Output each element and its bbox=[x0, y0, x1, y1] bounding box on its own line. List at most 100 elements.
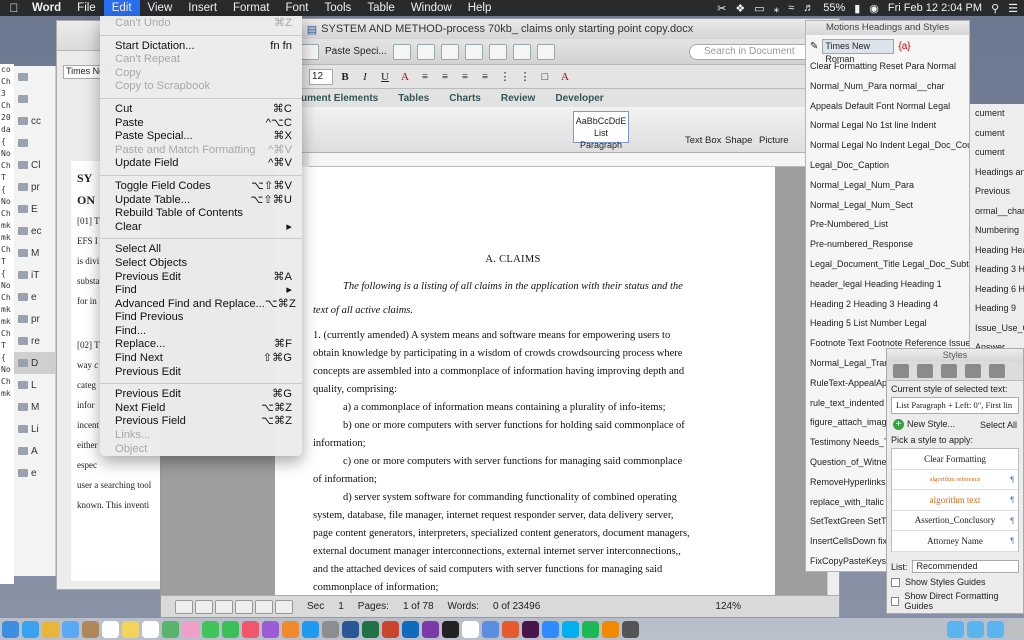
motions-row[interactable]: header_legal Heading Heading 1 bbox=[806, 275, 969, 295]
variable-icon[interactable]: {a} bbox=[898, 41, 910, 52]
redo-icon[interactable] bbox=[464, 43, 483, 60]
photos-dock-icon[interactable] bbox=[182, 620, 199, 638]
podcasts-dock-icon[interactable] bbox=[262, 620, 279, 638]
zoom-level[interactable]: 124% bbox=[715, 601, 741, 612]
publishing-view-button[interactable] bbox=[215, 599, 233, 614]
spelling-icon[interactable] bbox=[392, 43, 411, 60]
text-color-icon[interactable]: A bbox=[397, 69, 413, 85]
preferences-dock-icon[interactable] bbox=[322, 620, 339, 638]
edit-menu-item-replace[interactable]: Replace... ⌘F bbox=[100, 338, 302, 352]
zoom-dock-icon[interactable] bbox=[542, 620, 559, 638]
motions-row[interactable]: Appeals Default Font Normal Legal bbox=[806, 97, 969, 117]
notebook-view-button[interactable] bbox=[255, 599, 273, 614]
clock[interactable]: Fri Feb 12 2:04 PM bbox=[888, 2, 982, 14]
sidebar-item[interactable]: Li bbox=[14, 418, 55, 440]
finder-dock-icon[interactable] bbox=[2, 620, 19, 638]
trash-dock-icon[interactable] bbox=[1007, 620, 1024, 638]
menu-app-word[interactable]: Word bbox=[28, 0, 69, 16]
sidebar-item[interactable]: ec bbox=[14, 220, 55, 242]
firefox-dock-icon[interactable] bbox=[502, 620, 519, 638]
sidebar-item[interactable]: e bbox=[14, 462, 55, 484]
tab-review[interactable]: Review bbox=[501, 93, 535, 104]
list-select[interactable]: Recommended bbox=[911, 560, 1019, 573]
new-style-button[interactable]: + New Style... bbox=[893, 419, 955, 430]
slack-dock-icon[interactable] bbox=[522, 620, 539, 638]
edit-menu-item-find[interactable]: Find ▸ bbox=[100, 284, 302, 298]
folder-dock-icon[interactable] bbox=[987, 620, 1004, 638]
table-icon[interactable] bbox=[488, 43, 507, 60]
show-styles-guides-checkbox[interactable]: Show Styles Guides bbox=[887, 575, 1023, 589]
print-layout-button[interactable] bbox=[235, 599, 253, 614]
sidebar-item[interactable]: L bbox=[14, 374, 55, 396]
toolbox-scrapbook-icon[interactable] bbox=[917, 363, 933, 378]
edit-menu-item-previous-edit[interactable]: Previous Edit ⌘G bbox=[100, 388, 302, 402]
menu-window[interactable]: Window bbox=[403, 0, 460, 16]
tab-charts[interactable]: Charts bbox=[449, 93, 481, 104]
motions-row[interactable]: Legal_Document_Title Legal_Doc_Subtitle bbox=[806, 255, 969, 275]
zoom-icon[interactable] bbox=[536, 43, 555, 60]
sidebar-item[interactable]: A bbox=[14, 440, 55, 462]
font-icon[interactable]: ✎ bbox=[810, 41, 818, 52]
sidebar-item[interactable] bbox=[14, 132, 55, 154]
display-icon[interactable]: ▭ bbox=[754, 2, 764, 15]
edit-menu-item-previous-edit[interactable]: Previous Edit bbox=[100, 366, 302, 380]
sidebar-item[interactable]: pr bbox=[14, 176, 55, 198]
show-direct-formatting-checkbox[interactable]: Show Direct Formatting Guides bbox=[887, 589, 1023, 613]
motions-row[interactable]: Normal Legal No 1st line Indent bbox=[806, 116, 969, 136]
menu-format[interactable]: Format bbox=[225, 0, 277, 16]
outline-view-button[interactable] bbox=[195, 599, 213, 614]
tab-document-elements[interactable]: ument Elements bbox=[301, 93, 378, 104]
dropbox-icon[interactable]: ❖ bbox=[735, 2, 745, 15]
style-list-item[interactable]: Clear Formatting bbox=[892, 449, 1018, 470]
toolbox-compat-icon[interactable] bbox=[965, 363, 981, 378]
onenote-dock-icon[interactable] bbox=[422, 620, 439, 638]
reminders-dock-icon[interactable] bbox=[142, 620, 159, 638]
sidebar-item[interactable]: pr bbox=[14, 308, 55, 330]
pilcrow-icon[interactable] bbox=[416, 43, 435, 60]
battery-percent[interactable]: 55% bbox=[823, 2, 845, 14]
motions-row[interactable]: Normal_Num_Para normal__char bbox=[806, 77, 969, 97]
messages-dock-icon[interactable] bbox=[202, 620, 219, 638]
style-gallery-item[interactable]: AaBbCcDdE List Paragraph bbox=[573, 111, 629, 150]
menu-view[interactable]: View bbox=[140, 0, 181, 16]
preview-dock-icon[interactable] bbox=[482, 620, 499, 638]
bullets-icon[interactable]: ⋮ bbox=[497, 69, 513, 85]
align-right-icon[interactable]: ≡ bbox=[457, 69, 473, 85]
sidebar-item[interactable] bbox=[14, 66, 55, 88]
sidebar-item[interactable]: iT bbox=[14, 264, 55, 286]
notification-icon[interactable]: ☰ bbox=[1008, 2, 1018, 15]
highlight-icon[interactable]: A bbox=[557, 69, 573, 85]
menu-file[interactable]: File bbox=[69, 0, 104, 16]
wifi-icon[interactable]: ≈ bbox=[788, 2, 794, 14]
battery-icon[interactable]: ▮ bbox=[854, 2, 860, 15]
outlook-dock-icon[interactable] bbox=[402, 620, 419, 638]
chrome-dock-icon[interactable] bbox=[42, 620, 59, 638]
motions-row[interactable]: Clear Formatting Reset Para Normal bbox=[806, 57, 969, 77]
apple-icon[interactable]:  bbox=[0, 1, 28, 15]
folder-dock-icon[interactable] bbox=[947, 620, 964, 638]
menu-insert[interactable]: Insert bbox=[180, 0, 225, 16]
bold-button[interactable]: B bbox=[337, 69, 353, 85]
music-dock-icon[interactable] bbox=[242, 620, 259, 638]
calculator-dock-icon[interactable] bbox=[622, 620, 639, 638]
motions-row[interactable]: Normal_Legal_Num_Para bbox=[806, 176, 969, 196]
safari-dock-icon[interactable] bbox=[22, 620, 39, 638]
motions-row[interactable]: Heading 5 List Number Legal bbox=[806, 314, 969, 334]
edit-menu-item-paste-special[interactable]: Paste Special... ⌘X bbox=[100, 130, 302, 144]
menu-help[interactable]: Help bbox=[460, 0, 500, 16]
motions-row[interactable]: Normal_Legal_Num_Sect bbox=[806, 196, 969, 216]
edit-menu-item-select-objects[interactable]: Select Objects bbox=[100, 257, 302, 271]
edit-menu-item-next-field[interactable]: Next Field ⌥⌘Z bbox=[100, 402, 302, 416]
sidebar-item[interactable]: M bbox=[14, 396, 55, 418]
menu-font[interactable]: Font bbox=[277, 0, 316, 16]
text-box-button[interactable]: Text Box bbox=[685, 135, 721, 146]
skype-dock-icon[interactable] bbox=[562, 620, 579, 638]
mail-dock-icon[interactable] bbox=[62, 620, 79, 638]
calendar-dock-icon[interactable] bbox=[102, 620, 119, 638]
style-list-item[interactable]: Assertion_Conclusory ¶ bbox=[892, 511, 1018, 531]
sidebar-item[interactable]: E bbox=[14, 198, 55, 220]
contacts-dock-icon[interactable] bbox=[82, 620, 99, 638]
sidebar-item[interactable]: re bbox=[14, 330, 55, 352]
edit-menu-item-paste[interactable]: Paste ^⌥C bbox=[100, 117, 302, 131]
edit-menu-item-cut[interactable]: Cut ⌘C bbox=[100, 103, 302, 117]
